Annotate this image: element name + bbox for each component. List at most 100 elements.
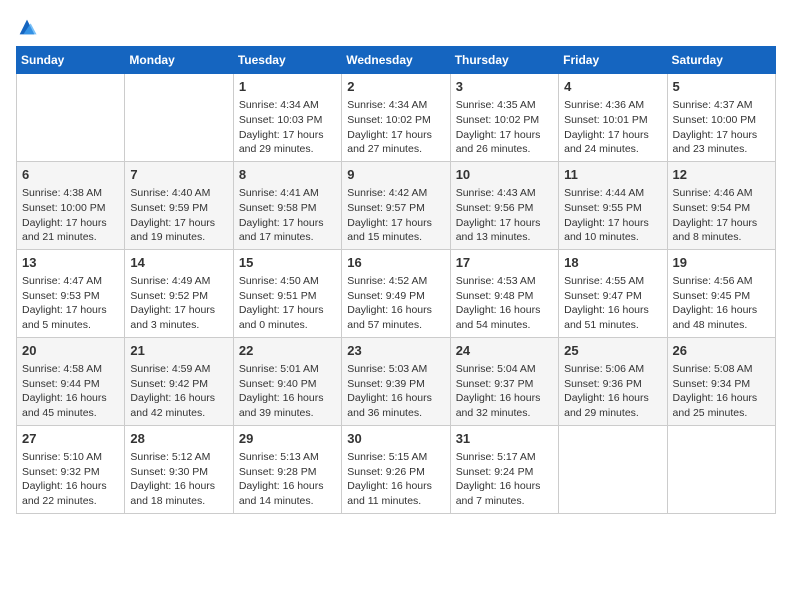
day-info: Sunrise: 4:53 AMSunset: 9:48 PMDaylight:… bbox=[456, 274, 553, 333]
day-number: 21 bbox=[130, 342, 227, 360]
calendar-cell: 8Sunrise: 4:41 AMSunset: 9:58 PMDaylight… bbox=[233, 161, 341, 249]
calendar-cell: 25 Sunrise: 5:06 AMSunset: 9:36 PMDayligh… bbox=[559, 337, 667, 425]
day-info: Sunrise: 4:50 AMSunset: 9:51 PMDaylight:… bbox=[239, 274, 336, 333]
calendar-cell: 3 Sunrise: 4:35 AMSunset: 10:02 PMDayligh… bbox=[450, 74, 558, 162]
header-cell-sunday: Sunday bbox=[17, 47, 125, 74]
day-info: Sunrise: 4:38 AMSunset: 10:00 PMDaylight… bbox=[22, 186, 119, 245]
calendar-table: SundayMondayTuesdayWednesdayThursdayFrid… bbox=[16, 46, 776, 514]
day-info: Sunrise: 4:42 AMSunset: 9:57 PMDaylight:… bbox=[347, 186, 444, 245]
day-info: Sunrise: 5:06 AMSunset: 9:36 PMDaylight:… bbox=[564, 362, 661, 421]
day-number: 1 bbox=[239, 78, 336, 96]
calendar-cell: 22 Sunrise: 5:01 AMSunset: 9:40 PMDayligh… bbox=[233, 337, 341, 425]
calendar-cell: 1 Sunrise: 4:34 AMSunset: 10:03 PMDayligh… bbox=[233, 74, 341, 162]
day-info: Sunrise: 5:17 AMSunset: 9:24 PMDaylight:… bbox=[456, 450, 553, 509]
day-info: Sunrise: 4:55 AMSunset: 9:47 PMDaylight:… bbox=[564, 274, 661, 333]
day-number: 8 bbox=[239, 166, 336, 184]
calendar-cell bbox=[125, 74, 233, 162]
calendar-cell: 24 Sunrise: 5:04 AMSunset: 9:37 PMDayligh… bbox=[450, 337, 558, 425]
calendar-week-3: 13 Sunrise: 4:47 AMSunset: 9:53 PMDayligh… bbox=[17, 249, 776, 337]
calendar-cell: 19 Sunrise: 4:56 AMSunset: 9:45 PMDayligh… bbox=[667, 249, 775, 337]
calendar-week-5: 27 Sunrise: 5:10 AMSunset: 9:32 PMDayligh… bbox=[17, 425, 776, 513]
calendar-cell: 5 Sunrise: 4:37 AMSunset: 10:00 PMDayligh… bbox=[667, 74, 775, 162]
day-number: 9 bbox=[347, 166, 444, 184]
header-cell-wednesday: Wednesday bbox=[342, 47, 450, 74]
day-info: Sunrise: 4:35 AMSunset: 10:02 PMDaylight… bbox=[456, 98, 553, 157]
day-number: 3 bbox=[456, 78, 553, 96]
day-number: 4 bbox=[564, 78, 661, 96]
day-info: Sunrise: 4:47 AMSunset: 9:53 PMDaylight:… bbox=[22, 274, 119, 333]
day-info: Sunrise: 5:15 AMSunset: 9:26 PMDaylight:… bbox=[347, 450, 444, 509]
day-number: 20 bbox=[22, 342, 119, 360]
day-number: 12 bbox=[673, 166, 770, 184]
day-number: 28 bbox=[130, 430, 227, 448]
day-info: Sunrise: 4:40 AMSunset: 9:59 PMDaylight:… bbox=[130, 186, 227, 245]
day-number: 23 bbox=[347, 342, 444, 360]
day-number: 25 bbox=[564, 342, 661, 360]
day-number: 22 bbox=[239, 342, 336, 360]
logo bbox=[16, 16, 40, 38]
calendar-cell: 6 Sunrise: 4:38 AMSunset: 10:00 PMDayligh… bbox=[17, 161, 125, 249]
day-info: Sunrise: 4:52 AMSunset: 9:49 PMDaylight:… bbox=[347, 274, 444, 333]
calendar-cell: 27 Sunrise: 5:10 AMSunset: 9:32 PMDayligh… bbox=[17, 425, 125, 513]
header-cell-friday: Friday bbox=[559, 47, 667, 74]
day-info: Sunrise: 4:49 AMSunset: 9:52 PMDaylight:… bbox=[130, 274, 227, 333]
calendar-cell: 2 Sunrise: 4:34 AMSunset: 10:02 PMDayligh… bbox=[342, 74, 450, 162]
calendar-cell: 26 Sunrise: 5:08 AMSunset: 9:34 PMDayligh… bbox=[667, 337, 775, 425]
day-number: 10 bbox=[456, 166, 553, 184]
day-number: 29 bbox=[239, 430, 336, 448]
day-number: 13 bbox=[22, 254, 119, 272]
calendar-cell: 4 Sunrise: 4:36 AMSunset: 10:01 PMDayligh… bbox=[559, 74, 667, 162]
day-number: 24 bbox=[456, 342, 553, 360]
day-number: 27 bbox=[22, 430, 119, 448]
day-info: Sunrise: 4:36 AMSunset: 10:01 PMDaylight… bbox=[564, 98, 661, 157]
day-info: Sunrise: 4:44 AMSunset: 9:55 PMDaylight:… bbox=[564, 186, 661, 245]
calendar-week-2: 6 Sunrise: 4:38 AMSunset: 10:00 PMDayligh… bbox=[17, 161, 776, 249]
calendar-cell: 14 Sunrise: 4:49 AMSunset: 9:52 PMDayligh… bbox=[125, 249, 233, 337]
day-number: 19 bbox=[673, 254, 770, 272]
day-info: Sunrise: 4:34 AMSunset: 10:03 PMDaylight… bbox=[239, 98, 336, 157]
calendar-cell: 31 Sunrise: 5:17 AMSunset: 9:24 PMDayligh… bbox=[450, 425, 558, 513]
header-row: SundayMondayTuesdayWednesdayThursdayFrid… bbox=[17, 47, 776, 74]
day-info: Sunrise: 5:03 AMSunset: 9:39 PMDaylight:… bbox=[347, 362, 444, 421]
day-info: Sunrise: 4:46 AMSunset: 9:54 PMDaylight:… bbox=[673, 186, 770, 245]
day-info: Sunrise: 5:13 AMSunset: 9:28 PMDaylight:… bbox=[239, 450, 336, 509]
day-number: 15 bbox=[239, 254, 336, 272]
calendar-cell bbox=[559, 425, 667, 513]
calendar-body: 1 Sunrise: 4:34 AMSunset: 10:03 PMDayligh… bbox=[17, 74, 776, 514]
day-number: 5 bbox=[673, 78, 770, 96]
day-info: Sunrise: 4:58 AMSunset: 9:44 PMDaylight:… bbox=[22, 362, 119, 421]
day-info: Sunrise: 4:37 AMSunset: 10:00 PMDaylight… bbox=[673, 98, 770, 157]
day-number: 30 bbox=[347, 430, 444, 448]
calendar-cell bbox=[17, 74, 125, 162]
calendar-cell: 12 Sunrise: 4:46 AMSunset: 9:54 PMDayligh… bbox=[667, 161, 775, 249]
day-info: Sunrise: 5:01 AMSunset: 9:40 PMDaylight:… bbox=[239, 362, 336, 421]
calendar-cell: 16Sunrise: 4:52 AMSunset: 9:49 PMDayligh… bbox=[342, 249, 450, 337]
day-info: Sunrise: 5:10 AMSunset: 9:32 PMDaylight:… bbox=[22, 450, 119, 509]
day-info: Sunrise: 5:12 AMSunset: 9:30 PMDaylight:… bbox=[130, 450, 227, 509]
calendar-cell: 20 Sunrise: 4:58 AMSunset: 9:44 PMDayligh… bbox=[17, 337, 125, 425]
header-cell-tuesday: Tuesday bbox=[233, 47, 341, 74]
day-number: 7 bbox=[130, 166, 227, 184]
day-number: 6 bbox=[22, 166, 119, 184]
header-cell-thursday: Thursday bbox=[450, 47, 558, 74]
day-info: Sunrise: 4:34 AMSunset: 10:02 PMDaylight… bbox=[347, 98, 444, 157]
calendar-cell: 11Sunrise: 4:44 AMSunset: 9:55 PMDayligh… bbox=[559, 161, 667, 249]
day-info: Sunrise: 4:43 AMSunset: 9:56 PMDaylight:… bbox=[456, 186, 553, 245]
calendar-cell: 9 Sunrise: 4:42 AMSunset: 9:57 PMDaylight… bbox=[342, 161, 450, 249]
day-number: 14 bbox=[130, 254, 227, 272]
calendar-cell: 29 Sunrise: 5:13 AMSunset: 9:28 PMDayligh… bbox=[233, 425, 341, 513]
day-info: Sunrise: 4:59 AMSunset: 9:42 PMDaylight:… bbox=[130, 362, 227, 421]
logo-icon bbox=[16, 16, 38, 38]
day-info: Sunrise: 4:56 AMSunset: 9:45 PMDaylight:… bbox=[673, 274, 770, 333]
day-number: 2 bbox=[347, 78, 444, 96]
day-number: 31 bbox=[456, 430, 553, 448]
calendar-cell: 21 Sunrise: 4:59 AMSunset: 9:42 PMDayligh… bbox=[125, 337, 233, 425]
calendar-cell: 13 Sunrise: 4:47 AMSunset: 9:53 PMDayligh… bbox=[17, 249, 125, 337]
day-info: Sunrise: 5:08 AMSunset: 9:34 PMDaylight:… bbox=[673, 362, 770, 421]
calendar-cell: 28 Sunrise: 5:12 AMSunset: 9:30 PMDayligh… bbox=[125, 425, 233, 513]
calendar-cell: 15 Sunrise: 4:50 AMSunset: 9:51 PMDayligh… bbox=[233, 249, 341, 337]
calendar-cell: 23 Sunrise: 5:03 AMSunset: 9:39 PMDayligh… bbox=[342, 337, 450, 425]
day-info: Sunrise: 5:04 AMSunset: 9:37 PMDaylight:… bbox=[456, 362, 553, 421]
calendar-cell: 17Sunrise: 4:53 AMSunset: 9:48 PMDayligh… bbox=[450, 249, 558, 337]
day-number: 26 bbox=[673, 342, 770, 360]
